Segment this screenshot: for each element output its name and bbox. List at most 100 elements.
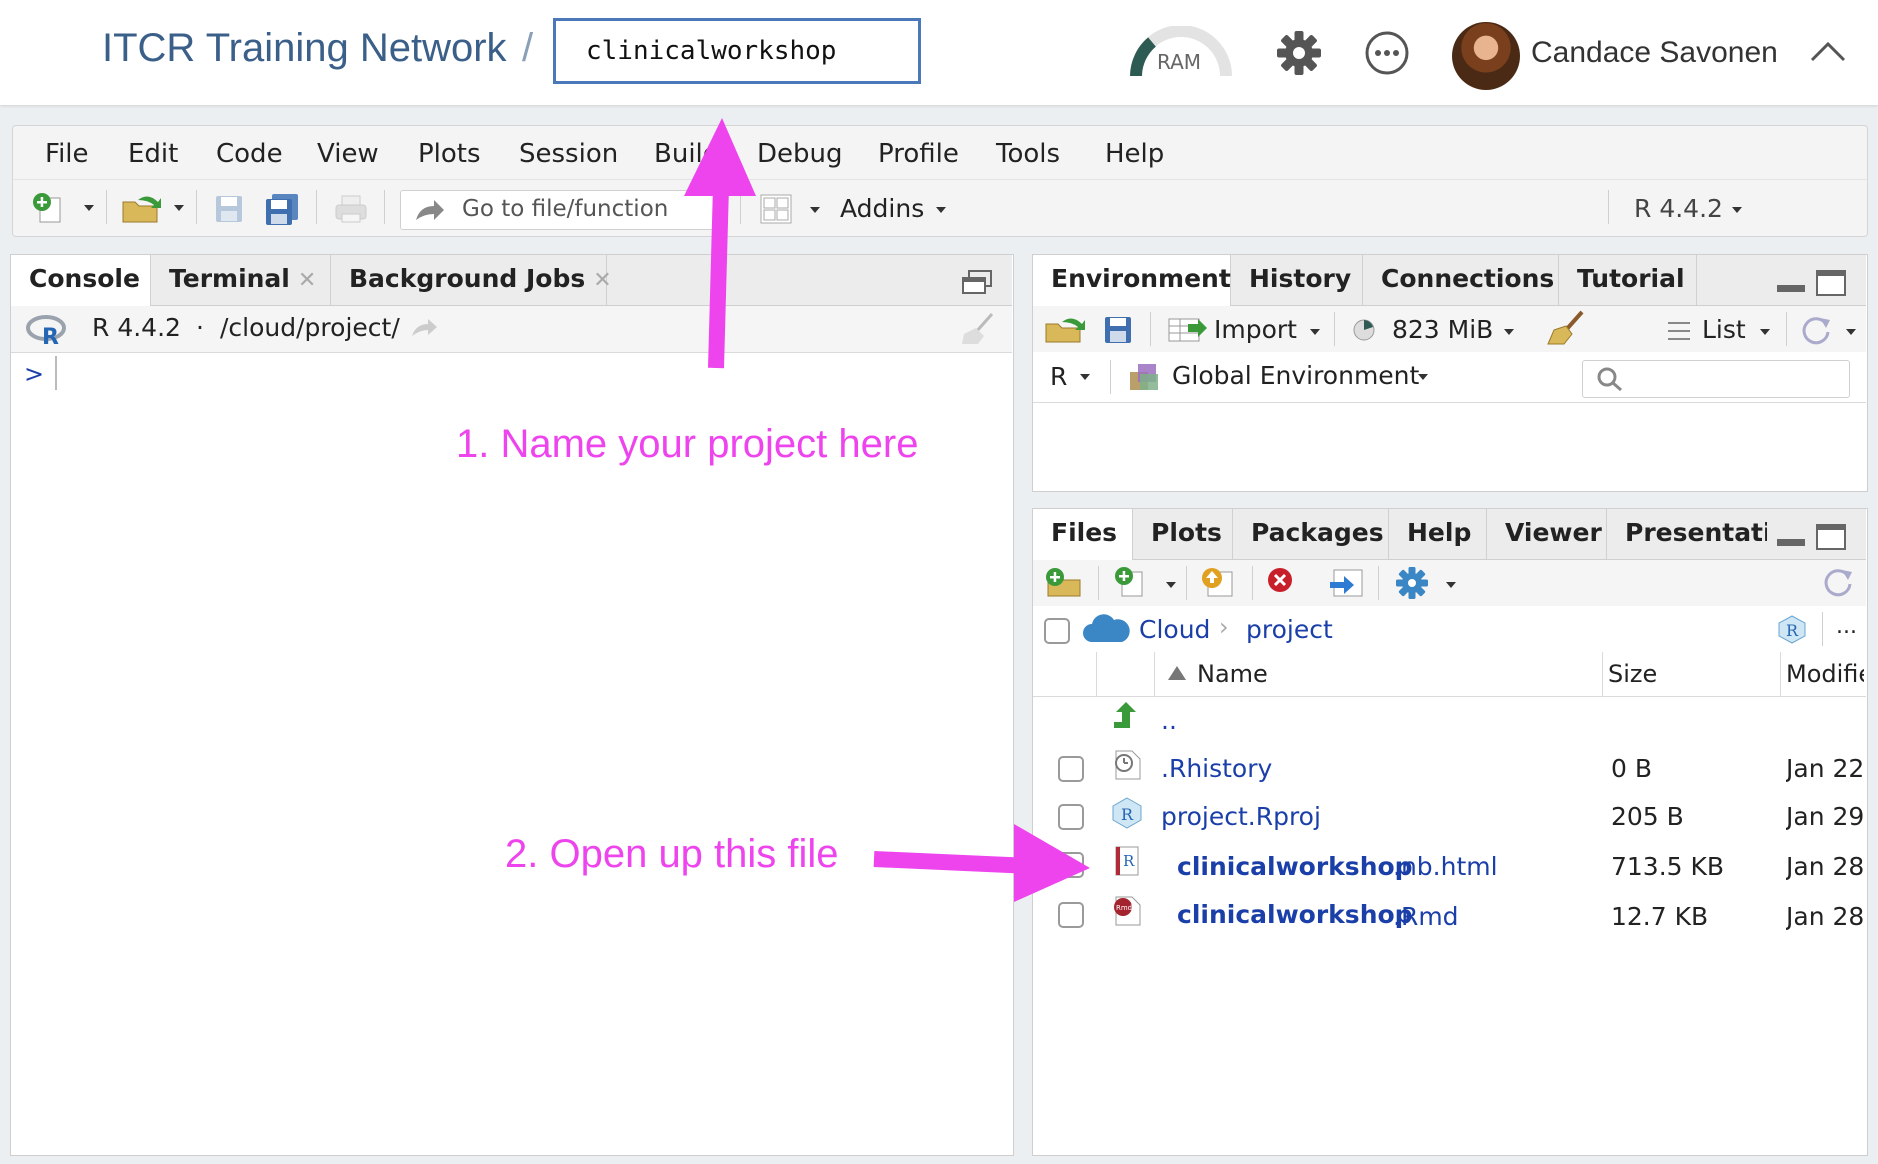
chevron-down-icon[interactable]	[1078, 372, 1092, 382]
tab-history[interactable]: History	[1231, 255, 1363, 305]
addins-menu[interactable]: Addins	[840, 194, 924, 223]
chevron-down-icon[interactable]	[1164, 580, 1178, 590]
clear-workspace-broom-icon[interactable]	[1546, 310, 1586, 346]
chevron-up-icon[interactable]	[1808, 36, 1848, 66]
menu-view[interactable]: View	[317, 139, 379, 169]
column-size[interactable]: Size	[1608, 660, 1657, 688]
refresh-icon[interactable]	[1822, 566, 1854, 598]
breadcrumb-project[interactable]: project	[1246, 615, 1333, 644]
clear-console-icon[interactable]	[958, 312, 998, 346]
avatar[interactable]	[1452, 22, 1520, 90]
chevron-down-icon[interactable]	[1444, 580, 1458, 590]
chevron-down-icon[interactable]	[1758, 327, 1772, 337]
chevron-down-icon[interactable]	[1844, 327, 1858, 337]
save-workspace-icon[interactable]	[1104, 316, 1132, 344]
chevron-down-icon[interactable]	[934, 205, 948, 215]
menu-help[interactable]: Help	[1105, 139, 1164, 169]
save-icon[interactable]	[214, 194, 244, 224]
environment-scope-select[interactable]: Global Environment	[1172, 361, 1419, 390]
tab-console[interactable]: Console	[11, 255, 151, 306]
menu-build[interactable]: Build	[654, 139, 719, 169]
file-name-link[interactable]: project.Rproj	[1161, 802, 1321, 831]
chevron-down-icon[interactable]	[172, 203, 186, 213]
row-checkbox[interactable]	[1058, 852, 1084, 878]
menu-file[interactable]: File	[45, 139, 89, 169]
maximize-pane-icon[interactable]	[1815, 269, 1847, 297]
go-to-dir-icon[interactable]	[410, 318, 440, 338]
import-dataset-menu[interactable]: Import	[1214, 315, 1297, 344]
load-workspace-icon[interactable]	[1044, 314, 1088, 344]
tab-terminal[interactable]: Terminal ✕	[151, 255, 331, 305]
new-folder-icon[interactable]	[1044, 566, 1084, 598]
chevron-down-icon[interactable]	[808, 205, 822, 215]
parent-directory-icon[interactable]	[1110, 700, 1142, 732]
row-checkbox[interactable]	[1058, 902, 1084, 928]
chevron-down-icon[interactable]	[1730, 205, 1744, 215]
open-folder-icon[interactable]	[120, 192, 166, 224]
row-checkbox[interactable]	[1058, 804, 1084, 830]
tab-presentation[interactable]: Presentati	[1607, 509, 1767, 559]
user-name[interactable]: Candace Savonen	[1531, 36, 1778, 70]
menu-profile[interactable]: Profile	[878, 139, 959, 169]
row-checkbox[interactable]	[1058, 756, 1084, 782]
go-to-file-placeholder: Go to file/function	[462, 196, 669, 222]
column-modified[interactable]: Modifie	[1786, 660, 1864, 688]
more-options-icon[interactable]	[1364, 30, 1410, 76]
menu-plots[interactable]: Plots	[418, 139, 481, 169]
tab-plots[interactable]: Plots	[1133, 509, 1233, 559]
select-all-checkbox[interactable]	[1044, 618, 1070, 644]
import-dataset-icon[interactable]	[1168, 316, 1208, 344]
file-name-link[interactable]: clinicalworkshop	[1177, 852, 1413, 881]
close-icon[interactable]: ✕	[593, 268, 611, 293]
maximize-pane-icon[interactable]	[1815, 523, 1847, 551]
menu-session[interactable]: Session	[519, 139, 618, 169]
new-blank-file-icon[interactable]	[1112, 566, 1150, 598]
language-select[interactable]: R	[1050, 362, 1067, 391]
project-name-input[interactable]	[553, 18, 921, 84]
tab-connections[interactable]: Connections	[1363, 255, 1559, 305]
workspace-name[interactable]: ITCR Training Network	[102, 26, 507, 71]
menu-edit[interactable]: Edit	[128, 139, 178, 169]
close-icon[interactable]: ✕	[298, 268, 316, 293]
column-name[interactable]: Name	[1197, 660, 1268, 688]
menu-tools[interactable]: Tools	[996, 139, 1060, 169]
console-input[interactable]	[44, 356, 1004, 1146]
tab-viewer[interactable]: Viewer	[1487, 509, 1607, 559]
tab-environment[interactable]: Environment	[1033, 255, 1231, 306]
r-version-selector[interactable]: R 4.4.2	[1634, 194, 1723, 223]
parent-directory-link[interactable]: ..	[1161, 706, 1177, 735]
upload-icon[interactable]	[1198, 566, 1238, 598]
menu-debug[interactable]: Debug	[757, 139, 843, 169]
chevron-down-icon[interactable]	[1416, 372, 1430, 382]
tab-files[interactable]: Files	[1033, 509, 1133, 560]
tab-packages[interactable]: Packages	[1233, 509, 1389, 559]
rename-icon[interactable]	[1326, 566, 1366, 598]
new-file-icon[interactable]	[30, 192, 68, 224]
chevron-down-icon[interactable]	[1308, 327, 1322, 337]
memory-usage[interactable]: 823 MiB	[1392, 315, 1493, 344]
refresh-icon[interactable]	[1800, 314, 1832, 346]
r-project-icon[interactable]: R	[1776, 614, 1808, 644]
more-path-options[interactable]: ...	[1836, 614, 1857, 639]
toolbar-divider	[1110, 360, 1111, 394]
settings-gear-icon[interactable]	[1394, 566, 1430, 600]
gear-icon[interactable]	[1276, 30, 1322, 76]
tab-background-jobs[interactable]: Background Jobs ✕	[331, 255, 612, 305]
file-name-link[interactable]: clinicalworkshop	[1177, 900, 1413, 929]
print-icon[interactable]	[334, 194, 368, 224]
menu-code[interactable]: Code	[216, 139, 283, 169]
file-modified: Jan 28	[1786, 852, 1864, 881]
view-mode-select[interactable]: List	[1702, 315, 1746, 344]
file-name-link[interactable]: .Rhistory	[1161, 754, 1272, 783]
minimize-pane-icon[interactable]	[1775, 281, 1807, 295]
chevron-down-icon[interactable]	[1502, 327, 1516, 337]
tab-help[interactable]: Help	[1389, 509, 1487, 559]
pane-layout-icon[interactable]	[760, 194, 792, 224]
save-all-icon[interactable]	[264, 192, 300, 226]
delete-icon[interactable]	[1266, 566, 1294, 594]
tab-tutorial[interactable]: Tutorial	[1559, 255, 1697, 305]
chevron-down-icon[interactable]	[82, 203, 96, 213]
breadcrumb-cloud[interactable]: Cloud	[1139, 615, 1210, 644]
restore-pane-icon[interactable]	[961, 269, 993, 295]
minimize-pane-icon[interactable]	[1775, 535, 1807, 549]
